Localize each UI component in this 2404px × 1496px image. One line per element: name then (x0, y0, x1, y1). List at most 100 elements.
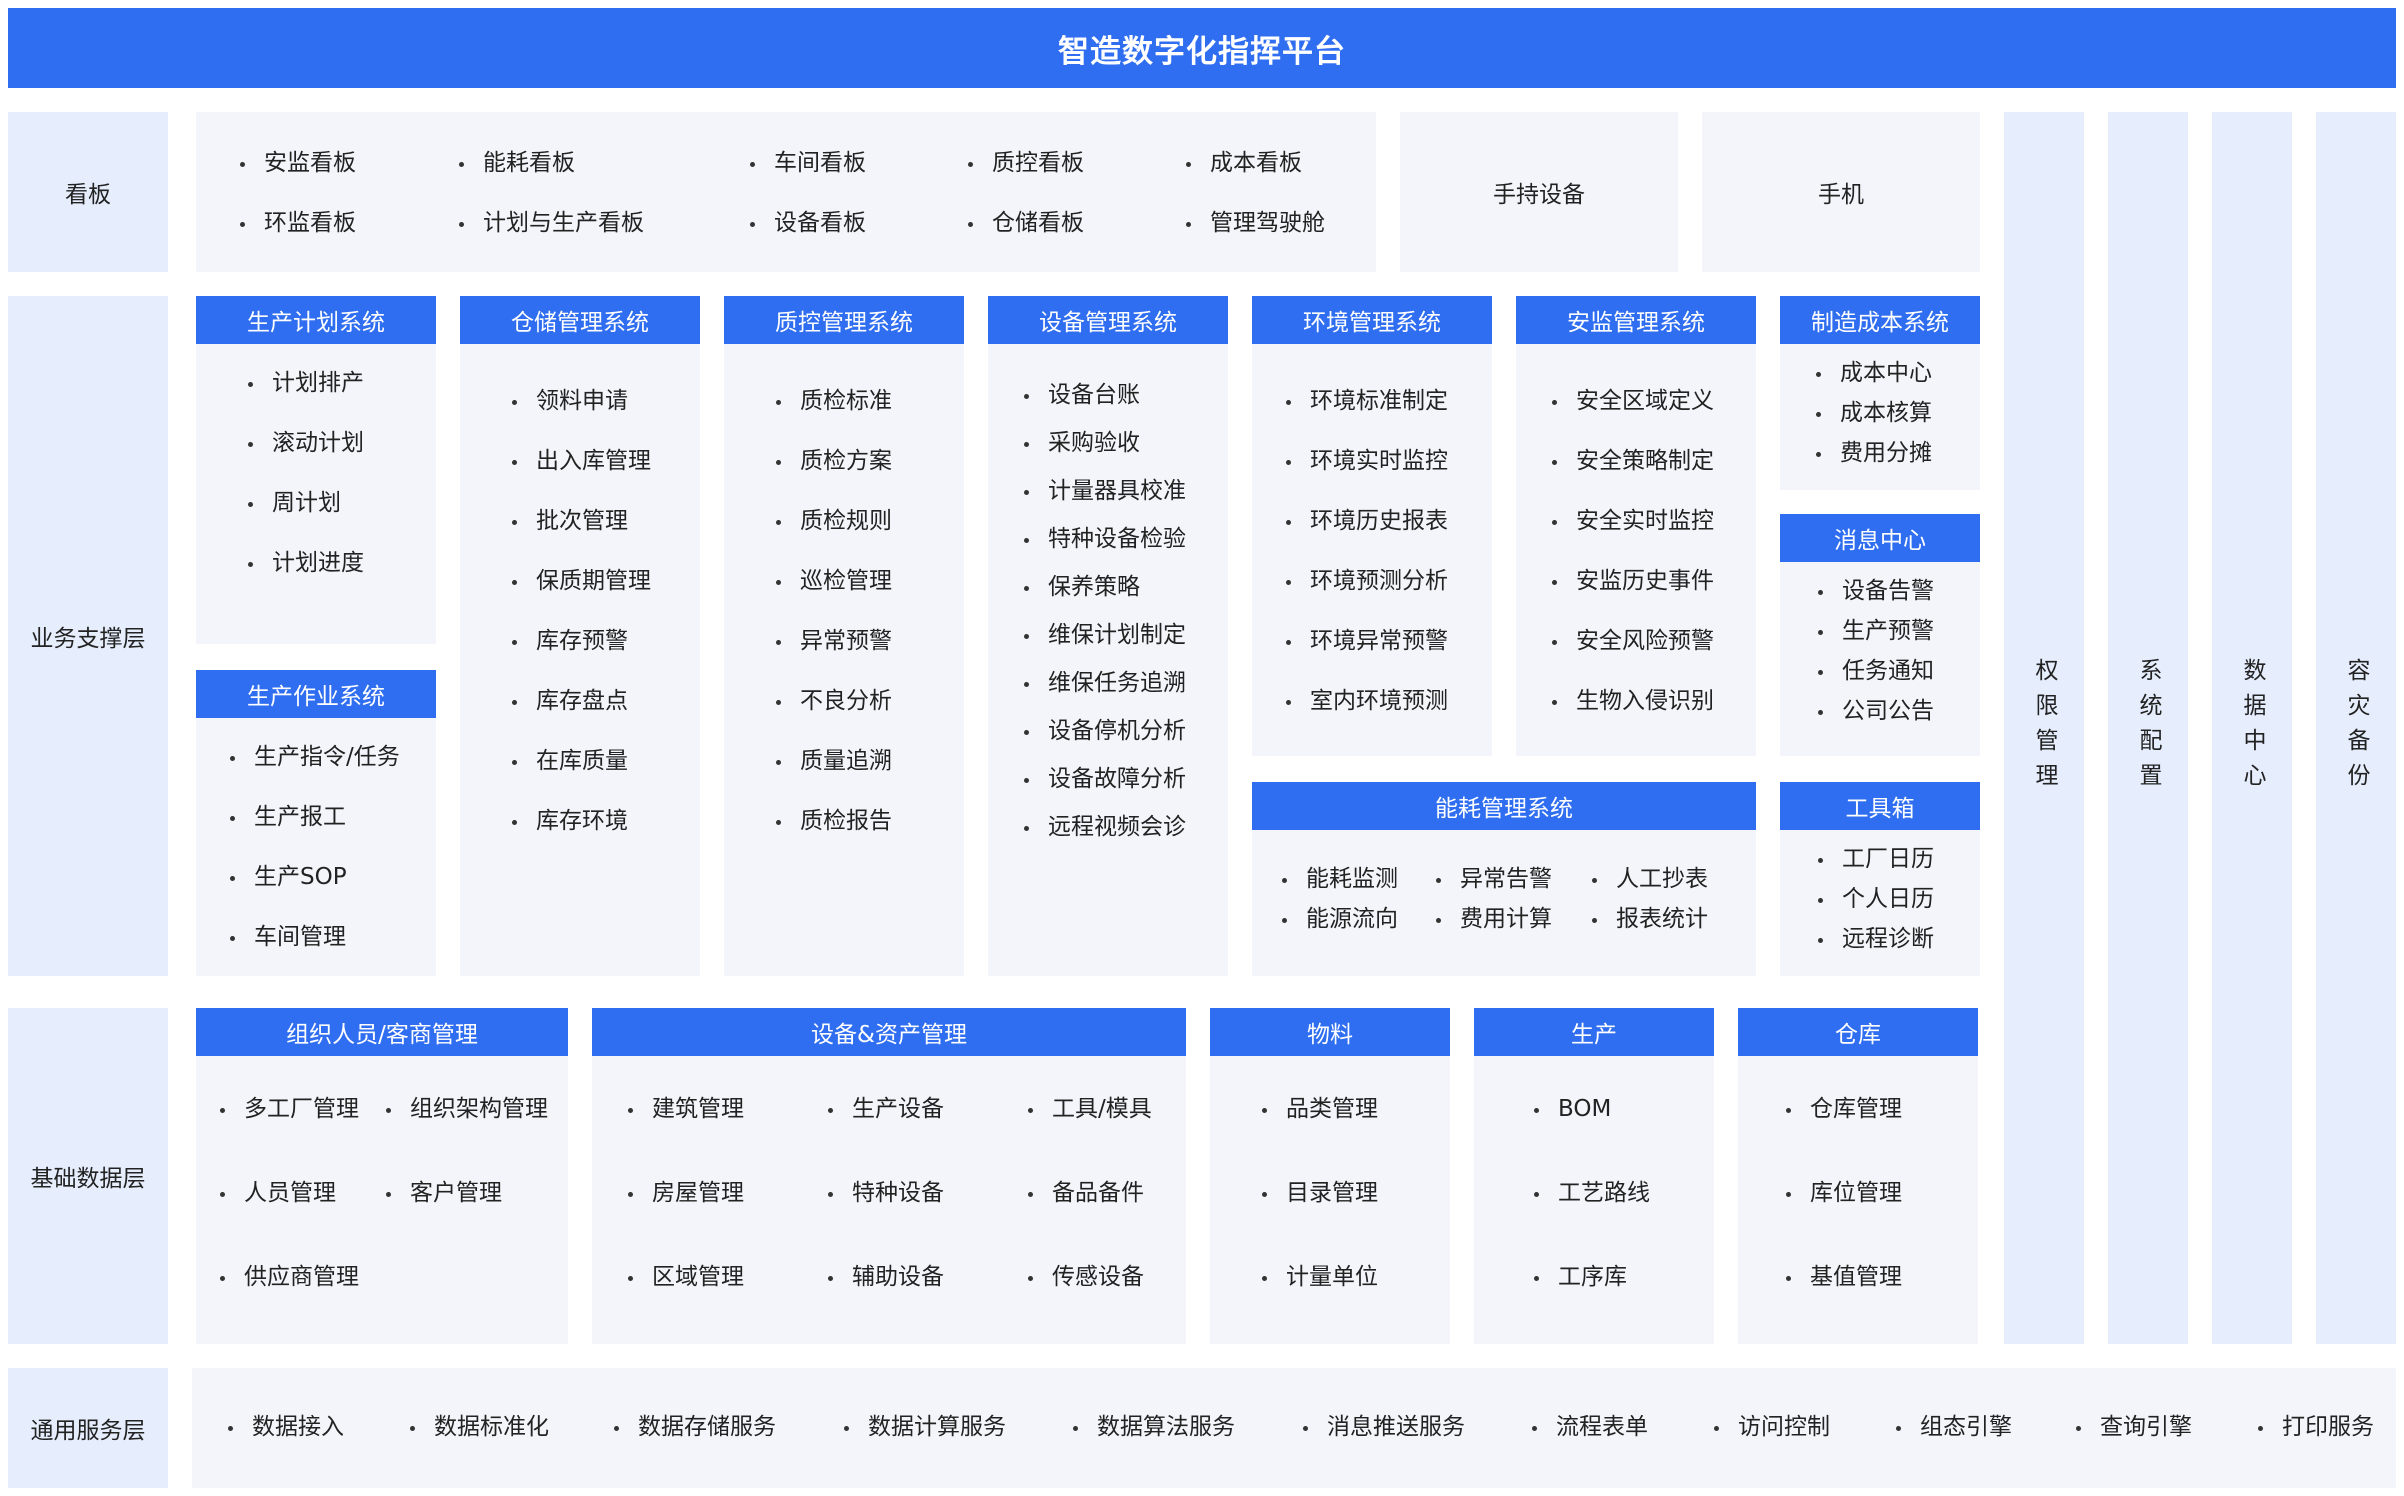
board-item[interactable]: 质控看板 (968, 152, 1084, 175)
list-item[interactable]: 公司公告 (1818, 700, 1934, 723)
list-item[interactable]: 任务通知 (1818, 660, 1934, 683)
service-item[interactable]: 访问控制 (1714, 1416, 1830, 1439)
list-item[interactable]: 组织架构管理 (386, 1098, 548, 1121)
list-item[interactable]: 质检规则 (776, 510, 892, 533)
material-header[interactable]: 物料 (1210, 1008, 1450, 1056)
list-item[interactable]: 异常预警 (776, 630, 892, 653)
list-item[interactable]: 传感设备 (1028, 1266, 1152, 1289)
safety-system-header[interactable]: 安监管理系统 (1516, 296, 1756, 344)
list-item[interactable]: 安全策略制定 (1552, 450, 1714, 473)
list-item[interactable]: 成本中心 (1816, 362, 1932, 385)
list-item[interactable]: 维保任务追溯 (1024, 672, 1186, 695)
list-item[interactable]: 车间管理 (230, 926, 400, 949)
list-item[interactable]: 库存环境 (512, 810, 651, 833)
list-item[interactable]: 备品备件 (1028, 1182, 1152, 1205)
org-management-header[interactable]: 组织人员/客商管理 (196, 1008, 568, 1056)
equipment-system-header[interactable]: 设备管理系统 (988, 296, 1228, 344)
list-item[interactable]: 生产报工 (230, 806, 400, 829)
list-item[interactable]: 个人日历 (1818, 888, 1934, 911)
list-item[interactable]: 特种设备检验 (1024, 528, 1186, 551)
list-item[interactable]: 工艺路线 (1534, 1182, 1650, 1205)
list-item[interactable]: 环境实时监控 (1286, 450, 1448, 473)
service-item[interactable]: 数据计算服务 (844, 1416, 1006, 1439)
production-plan-header[interactable]: 生产计划系统 (196, 296, 436, 344)
list-item[interactable]: 建筑管理 (628, 1098, 744, 1121)
service-item[interactable]: 数据标准化 (410, 1416, 549, 1439)
service-item[interactable]: 数据存储服务 (614, 1416, 776, 1439)
list-item[interactable]: 安全实时监控 (1552, 510, 1714, 533)
list-item[interactable]: 人员管理 (220, 1182, 359, 1205)
handheld-device-box[interactable]: 手持设备 (1400, 112, 1678, 272)
asset-management-header[interactable]: 设备&资产管理 (592, 1008, 1186, 1056)
list-item[interactable]: 多工厂管理 (220, 1098, 359, 1121)
list-item[interactable]: 安全区域定义 (1552, 390, 1714, 413)
list-item[interactable]: 周计划 (248, 492, 364, 515)
board-item[interactable]: 仓储看板 (968, 212, 1084, 235)
board-item[interactable]: 管理驾驶舱 (1186, 212, 1325, 235)
list-item[interactable]: 基值管理 (1786, 1266, 1902, 1289)
list-item[interactable]: 品类管理 (1262, 1098, 1378, 1121)
list-item[interactable]: 设备停机分析 (1024, 720, 1186, 743)
list-item[interactable]: 异常告警 (1436, 868, 1552, 891)
list-item[interactable]: 室内环境预测 (1286, 690, 1448, 713)
list-item[interactable]: 环境历史报表 (1286, 510, 1448, 533)
list-item[interactable]: 在库质量 (512, 750, 651, 773)
list-item[interactable]: 费用计算 (1436, 908, 1552, 931)
list-item[interactable]: 费用分摊 (1816, 442, 1932, 465)
list-item[interactable]: 计量器具校准 (1024, 480, 1186, 503)
energy-system-header[interactable]: 能耗管理系统 (1252, 782, 1756, 830)
board-item[interactable]: 能耗看板 (459, 152, 644, 175)
board-item[interactable]: 成本看板 (1186, 152, 1325, 175)
production-data-header[interactable]: 生产 (1474, 1008, 1714, 1056)
warehouse-data-header[interactable]: 仓库 (1738, 1008, 1978, 1056)
side-data-center[interactable]: 数据中心 (2212, 112, 2292, 1344)
service-item[interactable]: 组态引擎 (1896, 1416, 2012, 1439)
production-ops-header[interactable]: 生产作业系统 (196, 670, 436, 718)
list-item[interactable]: 质检方案 (776, 450, 892, 473)
list-item[interactable]: 供应商管理 (220, 1266, 359, 1289)
list-item[interactable]: 质检标准 (776, 390, 892, 413)
service-item[interactable]: 数据接入 (228, 1416, 344, 1439)
list-item[interactable]: 远程诊断 (1818, 928, 1934, 951)
cost-system-header[interactable]: 制造成本系统 (1780, 296, 1980, 344)
board-item[interactable]: 设备看板 (750, 212, 866, 235)
list-item[interactable]: 工具/模具 (1028, 1098, 1152, 1121)
list-item[interactable]: 设备告警 (1818, 580, 1934, 603)
list-item[interactable]: 环境预测分析 (1286, 570, 1448, 593)
list-item[interactable]: 客户管理 (386, 1182, 548, 1205)
board-item[interactable]: 环监看板 (240, 212, 356, 235)
list-item[interactable]: 维保计划制定 (1024, 624, 1186, 647)
list-item[interactable]: 出入库管理 (512, 450, 651, 473)
list-item[interactable]: 设备台账 (1024, 384, 1186, 407)
warehouse-system-header[interactable]: 仓储管理系统 (460, 296, 700, 344)
list-item[interactable]: 环境异常预警 (1286, 630, 1448, 653)
list-item[interactable]: 库位管理 (1786, 1182, 1902, 1205)
board-item[interactable]: 车间看板 (750, 152, 866, 175)
list-item[interactable]: 生产SOP (230, 866, 400, 889)
side-permission-management[interactable]: 权限管理 (2004, 112, 2084, 1344)
list-item[interactable]: 生物入侵识别 (1552, 690, 1714, 713)
list-item[interactable]: 工序库 (1534, 1266, 1650, 1289)
list-item[interactable]: 辅助设备 (828, 1266, 944, 1289)
list-item[interactable]: 库存预警 (512, 630, 651, 653)
list-item[interactable]: 生产设备 (828, 1098, 944, 1121)
board-item[interactable]: 安监看板 (240, 152, 356, 175)
list-item[interactable]: 采购验收 (1024, 432, 1186, 455)
list-item[interactable]: 保养策略 (1024, 576, 1186, 599)
list-item[interactable]: 批次管理 (512, 510, 651, 533)
list-item[interactable]: 特种设备 (828, 1182, 944, 1205)
board-item[interactable]: 计划与生产看板 (459, 212, 644, 235)
list-item[interactable]: 安全风险预警 (1552, 630, 1714, 653)
list-item[interactable]: 远程视频会诊 (1024, 816, 1186, 839)
side-disaster-backup[interactable]: 容灾备份 (2316, 112, 2396, 1344)
list-item[interactable]: 计划进度 (248, 552, 364, 575)
list-item[interactable]: 巡检管理 (776, 570, 892, 593)
list-item[interactable]: 仓库管理 (1786, 1098, 1902, 1121)
service-item[interactable]: 查询引擎 (2076, 1416, 2192, 1439)
list-item[interactable]: 库存盘点 (512, 690, 651, 713)
list-item[interactable]: 质量追溯 (776, 750, 892, 773)
service-item[interactable]: 消息推送服务 (1303, 1416, 1465, 1439)
side-system-config[interactable]: 系统配置 (2108, 112, 2188, 1344)
phone-box[interactable]: 手机 (1702, 112, 1980, 272)
list-item[interactable]: 区域管理 (628, 1266, 744, 1289)
